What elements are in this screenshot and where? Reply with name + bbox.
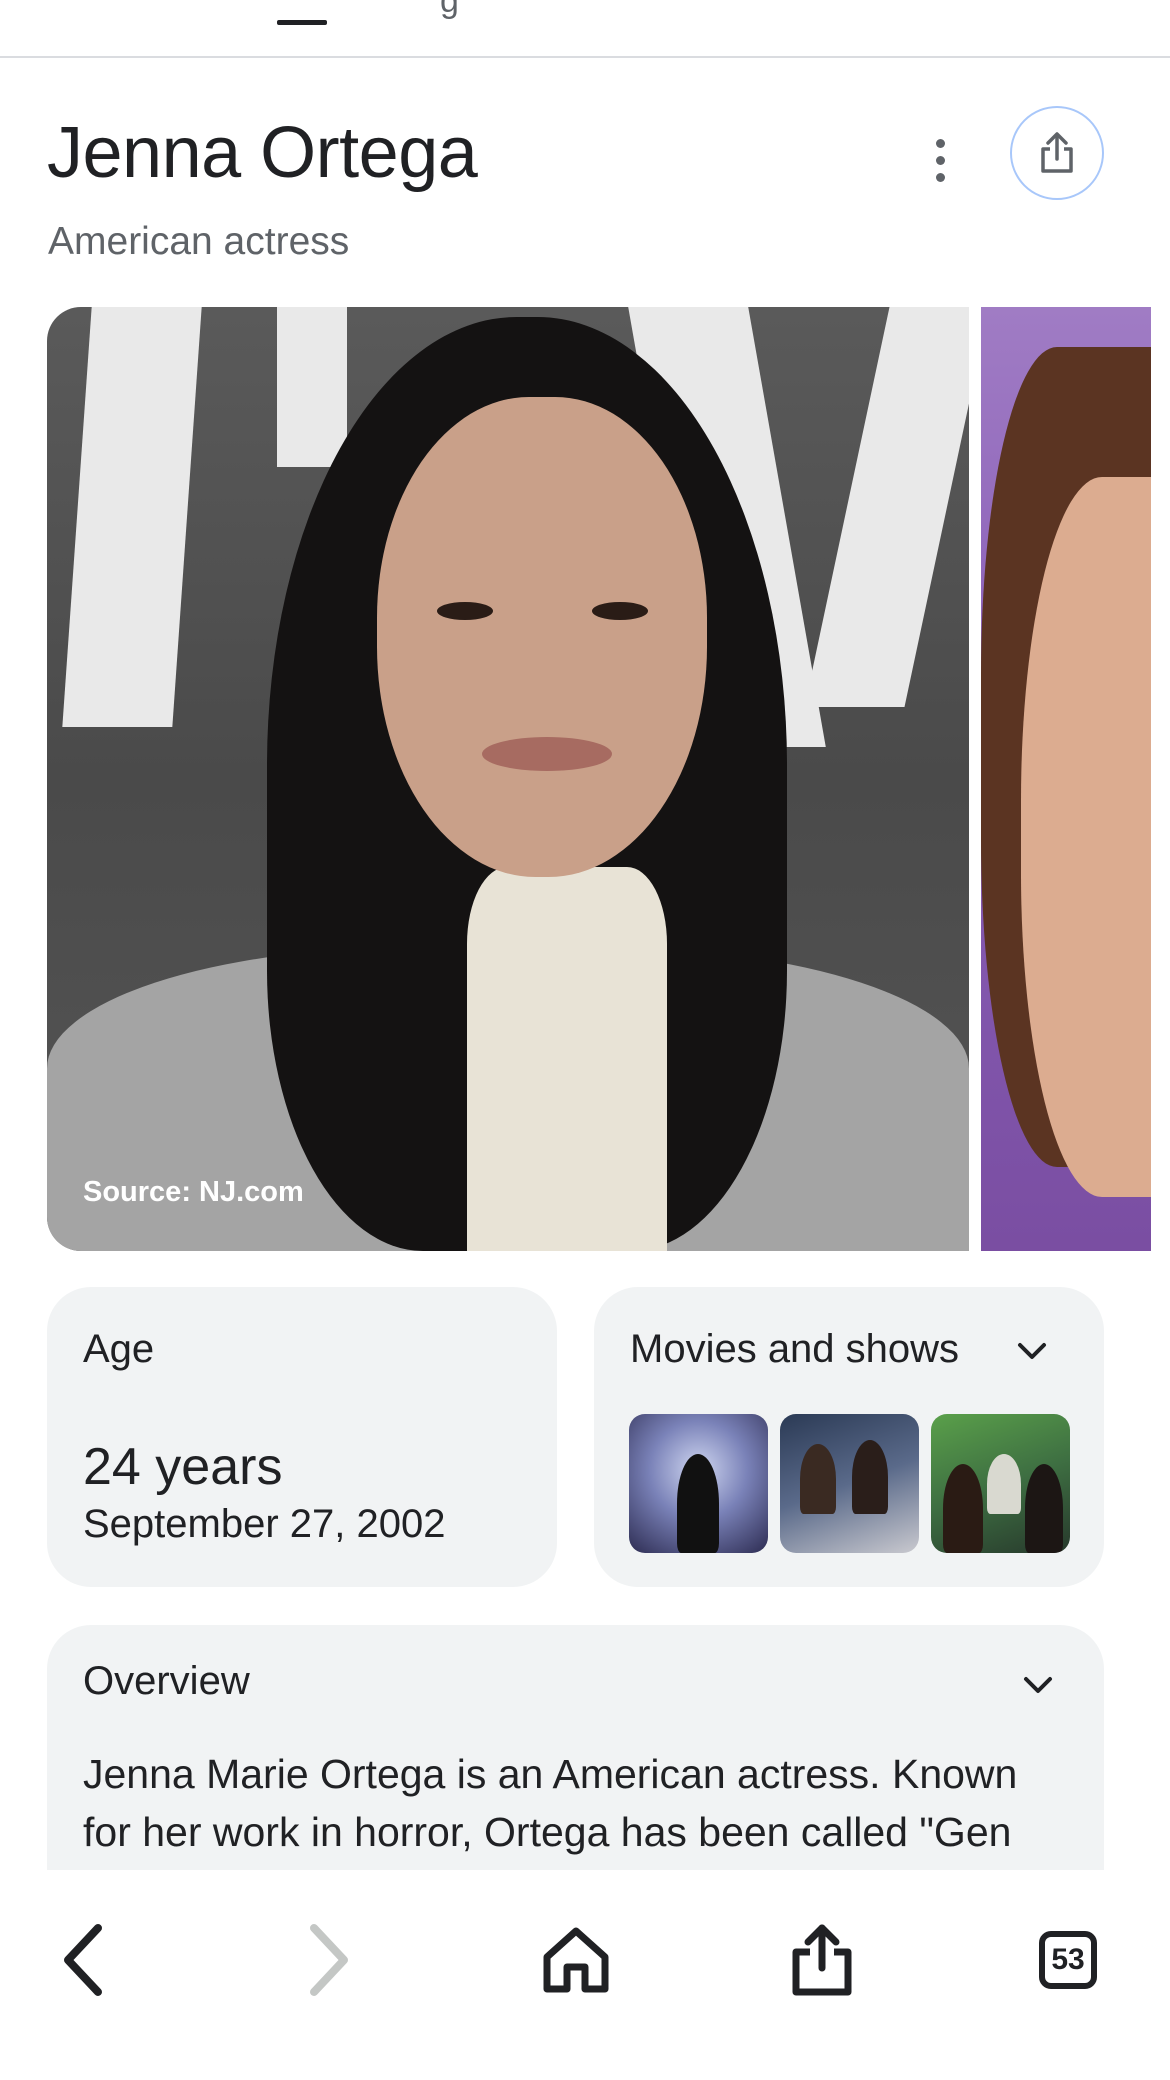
chevron-left-icon [64, 1924, 102, 1996]
face [377, 397, 707, 877]
share-page-button[interactable] [772, 1910, 872, 2010]
movie-thumbnail[interactable] [629, 1414, 768, 1553]
second-photo[interactable] [981, 307, 1151, 1251]
figure [677, 1454, 719, 1553]
movies-and-shows-card[interactable]: Movies and shows [594, 1287, 1104, 1587]
chevron-down-icon[interactable] [1014, 1333, 1050, 1369]
dot [935, 172, 945, 182]
dot [935, 138, 945, 148]
figure [987, 1454, 1021, 1514]
figure [1025, 1464, 1063, 1553]
partial-tab-label[interactable]: g [440, 0, 459, 21]
main-photo[interactable]: Source: NJ.com [47, 307, 969, 1251]
overview-text: Jenna Marie Ortega is an American actres… [83, 1751, 1018, 1855]
back-button[interactable] [34, 1910, 134, 2010]
browser-bottom-toolbar: 53 [0, 1870, 1170, 2080]
age-card[interactable]: Age 24 years September 27, 2002 [47, 1287, 557, 1587]
birth-date: September 27, 2002 [83, 1502, 446, 1546]
figure [800, 1444, 836, 1514]
movie-thumbnail[interactable] [780, 1414, 919, 1553]
collar [467, 867, 667, 1251]
home-icon [543, 1927, 609, 1993]
age-value: 24 years [83, 1438, 283, 1496]
movies-label: Movies and shows [630, 1327, 960, 1371]
top-tab-strip: g [0, 0, 1170, 58]
forward-button[interactable] [278, 1910, 378, 2010]
entity-title: Jenna Ortega [47, 113, 478, 193]
home-button[interactable] [526, 1910, 626, 2010]
age-label: Age [83, 1327, 155, 1371]
active-tab-indicator [277, 20, 327, 25]
movie-thumbnail[interactable] [931, 1414, 1070, 1553]
tabs-button[interactable]: 53 [1018, 1910, 1118, 2010]
more-options-button[interactable] [920, 132, 960, 188]
eye [592, 602, 648, 620]
image-source-label[interactable]: Source: NJ.com [83, 1176, 304, 1209]
figure [943, 1464, 983, 1553]
dot [935, 155, 945, 165]
backdrop-letter [62, 307, 202, 727]
lips [482, 737, 612, 771]
tabs-count-badge: 53 [1039, 1931, 1097, 1989]
entity-subtitle: American actress [48, 220, 350, 263]
chevron-right-icon [310, 1924, 348, 1996]
backdrop-letter [277, 307, 347, 467]
movie-thumbnails [629, 1414, 1070, 1553]
overview-label: Overview [83, 1659, 250, 1703]
eye [437, 602, 493, 620]
chevron-down-icon[interactable] [1020, 1667, 1056, 1703]
share-button[interactable] [1010, 106, 1104, 200]
knowledge-panel-page: g Jenna Ortega American actress Source: … [0, 0, 1170, 2080]
share-icon [1041, 132, 1073, 173]
share-icon [792, 1924, 852, 1996]
figure [852, 1440, 888, 1514]
backdrop-letter [804, 307, 969, 707]
